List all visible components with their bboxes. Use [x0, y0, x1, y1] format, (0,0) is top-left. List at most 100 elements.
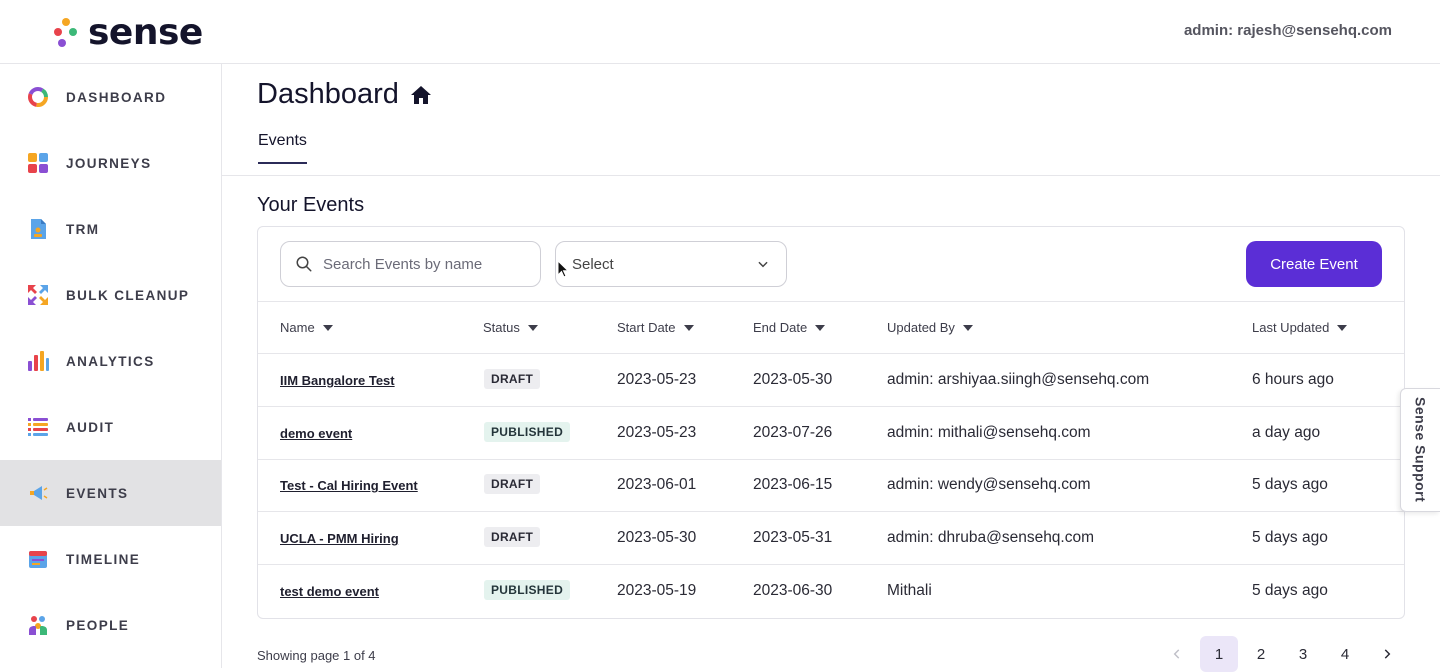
sidebar-item-label: AUDIT — [66, 420, 114, 435]
sidebar-item-bulk-cleanup[interactable]: BULK CLEANUP — [0, 262, 221, 328]
logo-text: sense — [88, 12, 203, 53]
search-box[interactable] — [280, 241, 541, 287]
sidebar-item-label: ANALYTICS — [66, 354, 155, 369]
page-button-4[interactable]: 4 — [1326, 636, 1364, 672]
end-date: 2023-06-30 — [753, 582, 832, 600]
column-label: Status — [483, 320, 520, 335]
sidebar-item-trm[interactable]: TRM — [0, 196, 221, 262]
table-row[interactable]: IIM Bangalore Test DRAFT 2023-05-23 2023… — [258, 354, 1404, 407]
updated-by: admin: arshiyaa.siingh@sensehq.com — [887, 371, 1149, 389]
last-updated: 5 days ago — [1252, 476, 1328, 494]
column-label: End Date — [753, 320, 807, 335]
select-value: Select — [572, 256, 614, 273]
status-badge: DRAFT — [484, 527, 540, 547]
sidebar-item-people[interactable]: PEOPLE — [0, 592, 221, 658]
sense-logo[interactable]: sense — [52, 10, 203, 54]
event-name-link[interactable]: Test - Cal Hiring Event — [280, 478, 418, 493]
dashboard-icon — [26, 85, 50, 109]
status-badge: DRAFT — [484, 474, 540, 494]
page-title-text: Dashboard — [257, 78, 399, 111]
events-icon — [26, 481, 50, 505]
table-row[interactable]: UCLA - PMM Hiring DRAFT 2023-05-30 2023-… — [258, 512, 1404, 565]
sidebar-item-dashboard[interactable]: DASHBOARD — [0, 64, 221, 130]
sidebar-item-label: TRM — [66, 222, 99, 237]
end-date: 2023-05-31 — [753, 529, 832, 547]
sidebar-item-label: BULK CLEANUP — [66, 288, 189, 303]
end-date: 2023-07-26 — [753, 424, 832, 442]
column-header-start-date[interactable]: Start Date — [617, 320, 694, 335]
page-button-1[interactable]: 1 — [1200, 636, 1238, 672]
start-date: 2023-05-23 — [617, 424, 696, 442]
table-row[interactable]: Test - Cal Hiring Event DRAFT 2023-06-01… — [258, 459, 1404, 512]
column-label: Updated By — [887, 320, 955, 335]
updated-by: Mithali — [887, 582, 932, 600]
page-title: Dashboard — [257, 78, 433, 111]
people-icon — [26, 613, 50, 637]
table-header: Name Status Start Date End Date Updated … — [258, 301, 1404, 354]
sidebar-item-timeline[interactable]: TIMELINE — [0, 526, 221, 592]
sidebar-item-label: JOURNEYS — [66, 156, 151, 171]
updated-by: admin: dhruba@sensehq.com — [887, 529, 1094, 547]
table-row[interactable]: test demo event PUBLISHED 2023-05-19 202… — [258, 565, 1404, 618]
start-date: 2023-06-01 — [617, 476, 696, 494]
updated-by: admin: wendy@sensehq.com — [887, 476, 1091, 494]
journeys-icon — [26, 151, 50, 175]
mouse-cursor-icon — [557, 260, 569, 278]
pagination: 1 2 3 4 — [1154, 636, 1406, 672]
sidebar-item-journeys[interactable]: JOURNEYS — [0, 130, 221, 196]
status-badge: DRAFT — [484, 369, 540, 389]
event-name-link[interactable]: demo event — [280, 426, 352, 441]
sense-support-tab[interactable]: Sense Support — [1400, 388, 1440, 512]
status-badge: PUBLISHED — [484, 422, 570, 442]
sort-caret-icon — [815, 325, 825, 331]
sort-caret-icon — [1337, 325, 1347, 331]
table-row[interactable]: demo event PUBLISHED 2023-05-23 2023-07-… — [258, 407, 1404, 460]
sidebar-item-label: PEOPLE — [66, 618, 129, 633]
column-header-end-date[interactable]: End Date — [753, 320, 825, 335]
search-icon — [295, 255, 313, 273]
sidebar-item-audit[interactable]: AUDIT — [0, 394, 221, 460]
sidebar-item-events[interactable]: EVENTS — [0, 460, 221, 526]
logo-dots-icon — [52, 14, 80, 50]
trm-icon — [26, 217, 50, 241]
bulk-cleanup-icon — [26, 283, 50, 307]
column-label: Name — [280, 320, 315, 335]
event-name-link[interactable]: IIM Bangalore Test — [280, 373, 395, 388]
tab-divider — [222, 175, 1440, 176]
sort-caret-icon — [684, 325, 694, 331]
column-header-name[interactable]: Name — [280, 320, 333, 335]
create-event-button[interactable]: Create Event — [1246, 241, 1382, 287]
page-button-3[interactable]: 3 — [1284, 636, 1322, 672]
column-header-status[interactable]: Status — [483, 320, 538, 335]
page-button-2[interactable]: 2 — [1242, 636, 1280, 672]
event-name-link[interactable]: test demo event — [280, 584, 379, 599]
start-date: 2023-05-19 — [617, 582, 696, 600]
sort-caret-icon — [963, 325, 973, 331]
sidebar-item-label: TIMELINE — [66, 552, 140, 567]
event-name-link[interactable]: UCLA - PMM Hiring — [280, 531, 399, 546]
last-updated: 5 days ago — [1252, 529, 1328, 547]
end-date: 2023-06-15 — [753, 476, 832, 494]
audit-icon — [26, 415, 50, 439]
user-account[interactable]: admin: rajesh@sensehq.com — [1184, 22, 1392, 39]
section-title: Your Events — [257, 194, 364, 217]
sort-caret-icon — [528, 325, 538, 331]
column-header-updated-by[interactable]: Updated By — [887, 320, 973, 335]
chevron-left-icon — [1170, 647, 1184, 661]
tab-events[interactable]: Events — [258, 132, 307, 164]
home-icon — [409, 83, 433, 107]
chevron-down-icon — [756, 257, 770, 271]
search-input[interactable] — [323, 256, 523, 273]
next-page-button[interactable] — [1368, 636, 1406, 672]
last-updated: 6 hours ago — [1252, 371, 1334, 389]
last-updated: 5 days ago — [1252, 582, 1328, 600]
prev-page-button[interactable] — [1158, 636, 1196, 672]
column-label: Last Updated — [1252, 320, 1329, 335]
page-info: Showing page 1 of 4 — [257, 648, 376, 663]
status-select[interactable]: Select — [555, 241, 787, 287]
sidebar-item-analytics[interactable]: ANALYTICS — [0, 328, 221, 394]
column-label: Start Date — [617, 320, 676, 335]
column-header-last-updated[interactable]: Last Updated — [1252, 320, 1347, 335]
main-content: Dashboard Events Your Events Select Crea… — [222, 64, 1440, 668]
events-card: Select Create Event Name Status Start Da… — [257, 226, 1405, 619]
